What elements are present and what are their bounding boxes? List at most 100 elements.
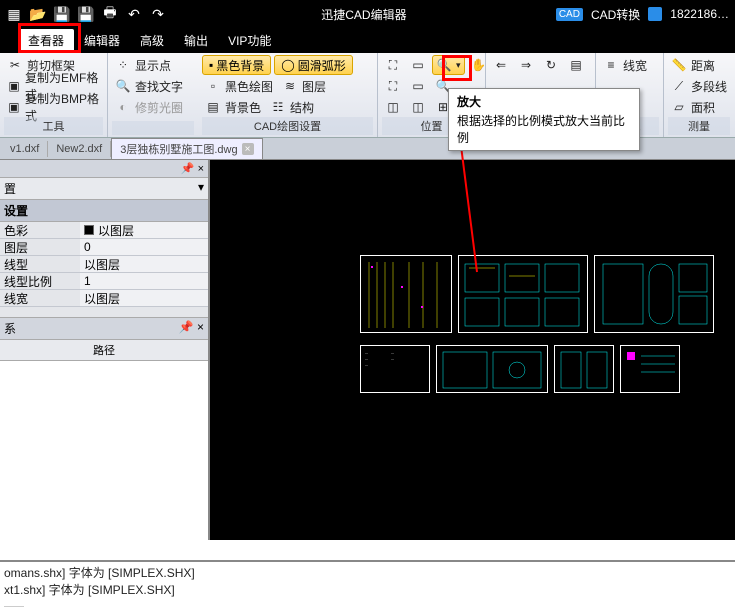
pos-btn-6[interactable]: ▭ (407, 76, 429, 96)
bgcolor-button[interactable]: ▤背景色 (202, 97, 264, 117)
undo-icon[interactable]: ↶ (126, 6, 142, 22)
draw-icon: ▫ (205, 78, 221, 94)
drawing-thumb[interactable] (458, 255, 588, 333)
sheet-icon: ▤ (568, 57, 584, 73)
drawing-thumb[interactable] (594, 255, 714, 333)
app-title: 迅捷CAD编辑器 (172, 6, 556, 23)
drawing-thumb[interactable] (360, 255, 452, 333)
user-icon[interactable] (648, 7, 662, 21)
zoom-window-icon: ▭ (410, 57, 426, 73)
log-caret (4, 606, 24, 607)
zoom-in-button[interactable]: 🔍▾ (432, 55, 465, 75)
panel-list: 系📌 × 路径 (0, 317, 208, 540)
group-label-tools: 工具 (4, 117, 103, 135)
nav-refresh[interactable]: ↻ (540, 55, 562, 75)
titlebar-right: CAD CAD转换 1822186… (556, 6, 735, 23)
saveas-icon[interactable]: 💾 (78, 6, 94, 22)
chevron-down-icon: ▾ (198, 180, 204, 194)
tab-viewer[interactable]: 查看器 (18, 29, 74, 52)
drawing-thumb[interactable] (436, 345, 548, 393)
svg-text:—: — (391, 351, 394, 355)
file-tab-1[interactable]: v1.dxf (2, 141, 48, 157)
redo-icon[interactable]: ↷ (150, 6, 166, 22)
prop-row-color[interactable]: 色彩以图层 (0, 222, 208, 239)
tab-editor[interactable]: 编辑器 (74, 29, 130, 52)
bg-icon: ▪ (209, 58, 213, 72)
distance-button[interactable]: 📏距离 (668, 55, 730, 75)
save-icon[interactable]: 💾 (54, 6, 70, 22)
arrow-right-icon: ⇒ (518, 57, 534, 73)
pos-btn-8[interactable]: ◫ (382, 97, 404, 117)
file-tab-2[interactable]: New2.dxf (48, 141, 111, 157)
refresh-icon: ↻ (543, 57, 559, 73)
fit-icon: ⛶ (385, 78, 401, 94)
bgcolor-icon: ▤ (205, 99, 221, 115)
nav-fwd[interactable]: ⇒ (515, 55, 537, 75)
prop-row-lscale[interactable]: 线型比例1 (0, 273, 208, 290)
prop-row-layer[interactable]: 图层0 (0, 239, 208, 256)
drawing-thumb[interactable]: ————— (360, 345, 430, 393)
copy-bmp-button[interactable]: ▣复制为BMP格式 (4, 97, 103, 117)
pin-icon[interactable]: 📌 × (181, 162, 204, 175)
nav-home[interactable]: ▤ (565, 55, 587, 75)
tooltip-zoom: 放大 根据选择的比例模式放大当前比例 (448, 88, 640, 151)
tooltip-title: 放大 (457, 93, 631, 110)
bmp-icon: ▣ (7, 99, 21, 115)
tab-advanced[interactable]: 高级 (130, 29, 174, 52)
svg-text:—: — (365, 357, 368, 361)
close-icon[interactable]: × (242, 143, 254, 155)
drawing-canvas[interactable]: ————— (210, 160, 735, 540)
structure-button[interactable]: ☷结构 (267, 97, 317, 117)
menubar: 查看器 编辑器 高级 输出 VIP功能 (0, 28, 735, 53)
black-draw-button[interactable]: ▫黑色绘图 (202, 76, 276, 96)
properties-panel: 📌 × 置 ▾ 设置 色彩以图层 图层0 线型以图层 线型比例1 线宽以图层 系… (0, 160, 210, 540)
quick-access-toolbar: ▦ 📂 💾 💾 🖶 ↶ ↷ (0, 6, 172, 22)
pos-btn-2[interactable]: ▭ (407, 55, 429, 75)
cad-badge-icon: CAD (556, 8, 583, 21)
log-line: omans.shx] 字体为 [SIMPLEX.SHX] (4, 564, 731, 581)
workarea: 📌 × 置 ▾ 设置 色彩以图层 图层0 线型以图层 线型比例1 线宽以图层 系… (0, 160, 735, 540)
emf-icon: ▣ (7, 78, 21, 94)
panel-section-settings: 设置 (0, 200, 208, 222)
linewidth-button[interactable]: ≡线宽 (600, 55, 659, 75)
log-line: xt1.shx] 字体为 [SIMPLEX.SHX] (4, 581, 731, 598)
arrow-left-icon: ⇐ (493, 57, 509, 73)
find-icon: 🔍 (115, 78, 131, 94)
view1-icon: ◫ (385, 99, 401, 115)
tab-vip[interactable]: VIP功能 (218, 29, 281, 52)
thumbnail-row-2: ————— (360, 345, 680, 393)
clip-icon: ✂ (7, 57, 23, 73)
show-point-button[interactable]: ⁘显示点 (112, 55, 194, 75)
pos-btn-5[interactable]: ⛶ (382, 76, 404, 96)
find-text-button[interactable]: 🔍查找文字 (112, 76, 194, 96)
print-icon[interactable]: 🖶 (102, 6, 118, 22)
panel-combo[interactable]: 置 ▾ (0, 178, 208, 200)
drawing-thumb[interactable] (620, 345, 680, 393)
halo-icon: ◐ (115, 99, 131, 115)
svg-text:—: — (391, 357, 394, 361)
pos-btn-1[interactable]: ⛶ (382, 55, 404, 75)
convert-button[interactable]: CAD转换 (591, 6, 640, 23)
hand-icon: ✋ (471, 57, 487, 73)
new-icon[interactable]: ▦ (6, 6, 22, 22)
polyseg-button[interactable]: ⟋多段线 (668, 76, 730, 96)
open-icon[interactable]: 📂 (30, 6, 46, 22)
smooth-arc-button[interactable]: ◯圆滑弧形 (274, 55, 352, 75)
panel-list-col: 路径 (0, 340, 208, 361)
group-label-measure: 测量 (668, 117, 730, 135)
view2-icon: ◫ (410, 99, 426, 115)
prop-row-ltype[interactable]: 线型以图层 (0, 256, 208, 273)
ribbon-group-measure: 📏距离 ⟋多段线 ▱面积 测量 (664, 53, 734, 137)
file-tab-3[interactable]: 3层独栋别墅施工图.dwg × (111, 138, 262, 159)
area-icon: ▱ (671, 99, 687, 115)
tab-output[interactable]: 输出 (174, 29, 218, 52)
area-button[interactable]: ▱面积 (668, 97, 730, 117)
prop-row-lwidth[interactable]: 线宽以图层 (0, 290, 208, 307)
pin-icon[interactable]: 📌 × (179, 320, 204, 337)
black-bg-button[interactable]: ▪黑色背景 (202, 55, 271, 75)
nav-back[interactable]: ⇐ (490, 55, 512, 75)
user-label[interactable]: 1822186… (670, 7, 729, 21)
drawing-thumb[interactable] (554, 345, 614, 393)
pos-btn-9[interactable]: ◫ (407, 97, 429, 117)
layer-button[interactable]: ≋图层 (279, 76, 329, 96)
